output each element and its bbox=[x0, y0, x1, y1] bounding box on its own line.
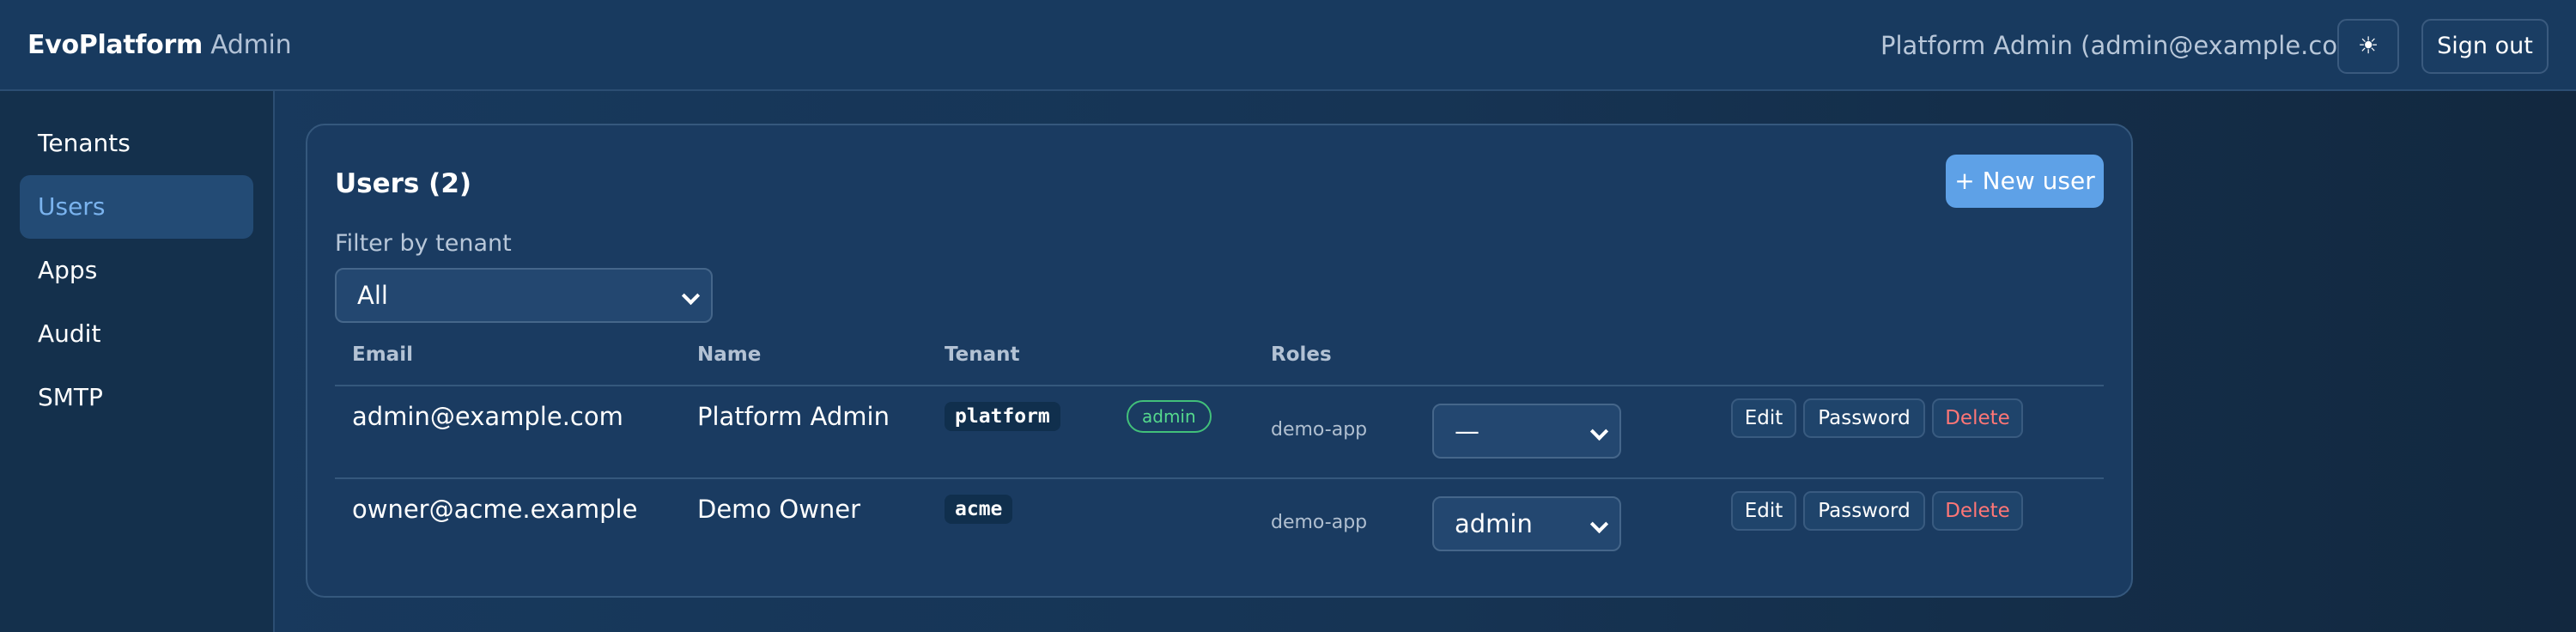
user-name: Platform Admin bbox=[697, 402, 890, 431]
edit-button[interactable]: Edit bbox=[1731, 398, 1796, 438]
chevron-down-icon bbox=[681, 286, 701, 306]
password-button[interactable]: Password bbox=[1803, 491, 1925, 531]
users-card: Users (2) + New user Filter by tenant Al… bbox=[306, 124, 2133, 598]
password-button[interactable]: Password bbox=[1803, 398, 1925, 438]
role-select[interactable]: — bbox=[1432, 404, 1621, 459]
brand-secondary: Admin bbox=[210, 30, 292, 60]
brand-logo: EvoPlatform Admin bbox=[27, 27, 292, 64]
delete-button[interactable]: Delete bbox=[1932, 398, 2023, 438]
app-shell: EvoPlatform Admin Platform Admin (admin@… bbox=[0, 0, 2576, 632]
filter-label: Filter by tenant bbox=[335, 230, 512, 257]
chevron-down-icon bbox=[1589, 514, 1609, 534]
sign-out-button[interactable]: Sign out bbox=[2421, 19, 2549, 74]
column-header-roles: Roles bbox=[1271, 343, 1332, 366]
tenant-filter-select[interactable]: All bbox=[335, 268, 713, 323]
tenant-code: platform bbox=[945, 402, 1060, 431]
current-user-label: Platform Admin (admin@example.com) bbox=[1880, 31, 2372, 60]
column-header-name: Name bbox=[697, 343, 762, 366]
sidebar-item-tenants[interactable]: Tenants bbox=[20, 112, 253, 175]
user-email: admin@example.com bbox=[352, 402, 623, 431]
sidebar-item-apps[interactable]: Apps bbox=[20, 239, 253, 302]
sidebar-item-users[interactable]: Users bbox=[20, 175, 253, 239]
app-name: demo-app bbox=[1271, 512, 1368, 533]
sidebar-item-audit[interactable]: Audit bbox=[20, 302, 253, 366]
sun-icon: ☀ bbox=[2357, 33, 2379, 59]
brand-primary: EvoPlatform bbox=[27, 30, 203, 60]
tenant-filter-value: All bbox=[357, 281, 388, 310]
new-user-button[interactable]: + New user bbox=[1946, 155, 2104, 208]
table-header-divider bbox=[335, 385, 2104, 386]
app-name: demo-app bbox=[1271, 419, 1368, 441]
role-select[interactable]: admin bbox=[1432, 496, 1621, 551]
theme-toggle-button[interactable]: ☀ bbox=[2337, 19, 2399, 74]
page-title: Users (2) bbox=[335, 168, 472, 199]
column-header-email: Email bbox=[352, 343, 413, 366]
column-header-tenant: Tenant bbox=[945, 343, 1020, 366]
role-select-value: admin bbox=[1455, 509, 1533, 538]
tenant-code: acme bbox=[945, 495, 1013, 524]
top-bar: EvoPlatform Admin Platform Admin (admin@… bbox=[0, 0, 2576, 91]
role-badge: admin bbox=[1127, 400, 1212, 433]
delete-button[interactable]: Delete bbox=[1932, 491, 2023, 531]
row-divider bbox=[335, 477, 2104, 479]
role-select-value: — bbox=[1455, 416, 1479, 446]
sidebar: Tenants Users Apps Audit SMTP bbox=[0, 91, 275, 632]
user-email: owner@acme.example bbox=[352, 495, 638, 524]
sidebar-item-smtp[interactable]: SMTP bbox=[20, 366, 253, 429]
edit-button[interactable]: Edit bbox=[1731, 491, 1796, 531]
chevron-down-icon bbox=[1589, 422, 1609, 441]
user-name: Demo Owner bbox=[697, 495, 861, 524]
